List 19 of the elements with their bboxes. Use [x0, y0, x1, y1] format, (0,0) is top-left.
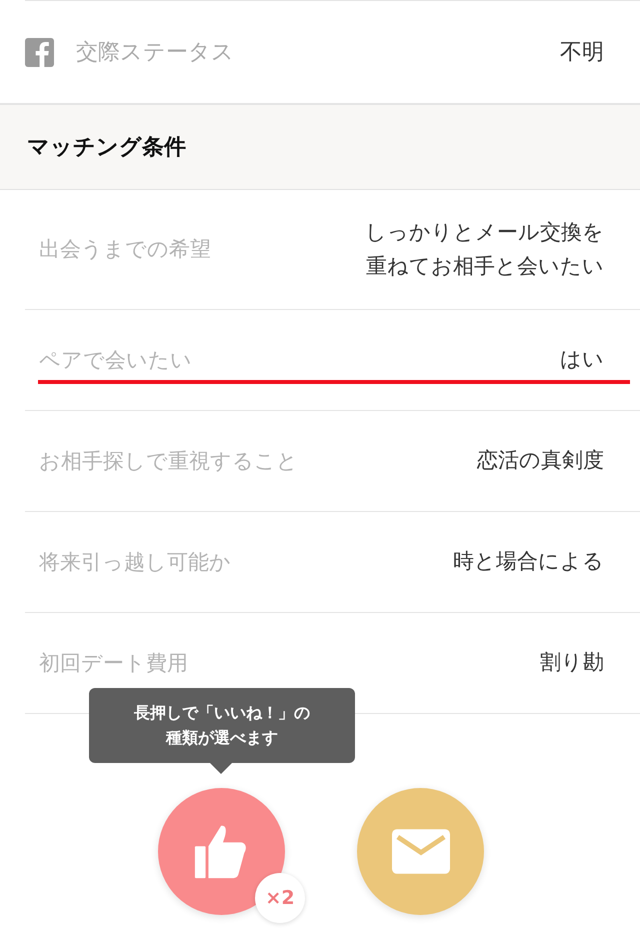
- field-label: 将来引っ越し可能か: [39, 548, 232, 576]
- facebook-icon: [25, 38, 54, 66]
- field-label: お相手探しで重視すること: [39, 448, 299, 475]
- multiplier-badge: ×2: [255, 873, 305, 923]
- field-value: 時と場合による: [453, 548, 604, 576]
- tooltip-text: 種類が選べます: [166, 726, 278, 748]
- field-label: ペアで会いたい: [39, 346, 193, 374]
- tooltip-text: 長押しで「いいね！」の: [134, 702, 310, 724]
- field-value: 重ねてお相手と会いたい: [366, 252, 604, 280]
- envelope-icon: [392, 829, 450, 874]
- field-value: しっかりとメール交換を: [365, 219, 604, 246]
- field-label: 初回デート費用: [39, 650, 189, 677]
- field-value: 割り勘: [540, 649, 604, 676]
- field-value: 不明: [560, 39, 604, 67]
- field-label: 出会うまでの希望: [39, 236, 212, 264]
- field-label: 交際ステータス: [76, 39, 235, 67]
- section-title: マッチング条件: [27, 134, 186, 162]
- field-value: 恋活の真剣度: [477, 447, 604, 474]
- field-value: はい: [560, 346, 604, 374]
